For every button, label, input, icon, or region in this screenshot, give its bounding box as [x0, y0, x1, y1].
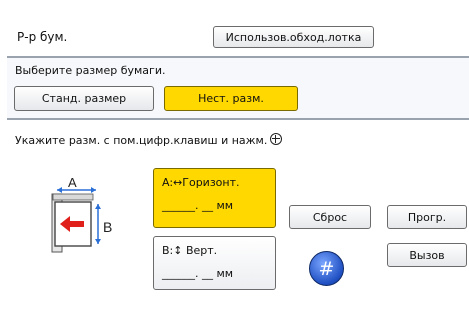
length-label: B:↕ Верт.: [162, 244, 218, 257]
width-value: ______. __ мм: [162, 199, 234, 212]
custom-size-prompt: Укажите разм. с пом.цифр.клавиш и нажм.: [15, 133, 283, 147]
width-field-a[interactable]: A:↔Горизонт. ______. __ мм: [153, 168, 276, 228]
diagram-label-b: B: [103, 219, 112, 235]
paper-orientation-diagram: A B: [51, 176, 112, 253]
width-label: A:↔Горизонт.: [162, 176, 240, 189]
program-button[interactable]: Прогр.: [387, 205, 467, 229]
use-bypass-tray-button[interactable]: Использов.обход.лотка: [213, 26, 374, 48]
reset-button[interactable]: Сброс: [289, 205, 371, 229]
standard-size-button[interactable]: Станд. размер: [14, 86, 154, 111]
screen-title: Р-р бум.: [17, 30, 68, 44]
recall-button[interactable]: Вызов: [387, 243, 467, 267]
diagram-label-a: A: [68, 176, 77, 190]
hash-key-button[interactable]: #: [309, 251, 344, 286]
enter-key-icon: [270, 133, 283, 145]
paper-size-prompt: Выберите размер бумаги.: [15, 64, 166, 77]
length-value: ______. __ мм: [162, 267, 234, 280]
custom-size-button[interactable]: Нест. разм.: [164, 86, 298, 111]
length-field-b[interactable]: B:↕ Верт. ______. __ мм: [153, 236, 276, 290]
